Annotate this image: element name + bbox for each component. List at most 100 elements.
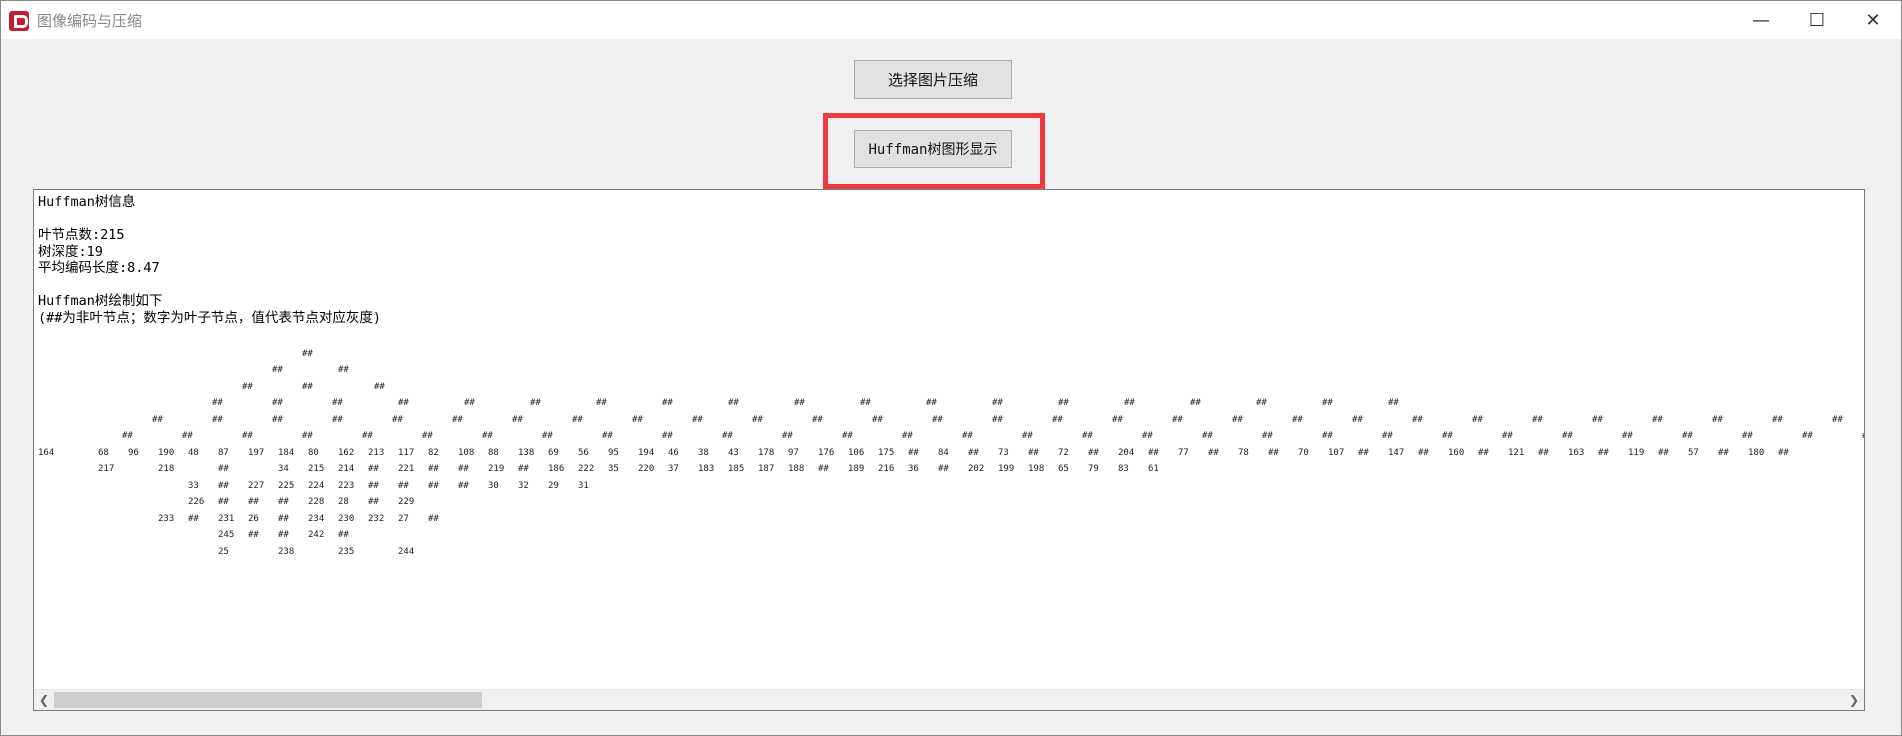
tree-internal-node: ## <box>632 414 643 425</box>
tree-leaf-node: 188 <box>788 464 805 474</box>
tree-internal-node: ## <box>596 398 607 408</box>
tree-leaf-node: 25 <box>218 546 229 557</box>
minimize-icon[interactable]: — <box>1733 1 1789 39</box>
tree-leaf-node: 82 <box>428 447 439 458</box>
tree-leaf-node: 84 <box>938 447 949 458</box>
app-logo-icon <box>9 11 29 31</box>
tree-internal-node: ## <box>278 530 289 540</box>
tree-internal-node: ## <box>1412 414 1423 425</box>
tree-internal-node: ## <box>1778 447 1789 458</box>
tree-leaf-node: 97 <box>788 447 799 458</box>
tree-leaf-node: 108 <box>458 447 475 458</box>
app-window: 图像编码与压缩 — ☐ ✕ 选择图片压缩 Huffman树图形显示 Huffma… <box>0 0 1902 736</box>
tree-internal-node: ## <box>752 414 763 425</box>
tree-leaf-node: 216 <box>878 464 895 474</box>
tree-leaf-node: 57 <box>1688 447 1699 458</box>
tree-leaf-node: 234 <box>308 513 325 524</box>
title-bar: 图像编码与压缩 — ☐ ✕ <box>1 1 1901 39</box>
tree-internal-node: ## <box>530 398 541 408</box>
tree-leaf-node: 65 <box>1058 464 1069 474</box>
tree-leaf-node: 95 <box>608 447 619 458</box>
tree-leaf-node: 213 <box>368 447 385 458</box>
tree-leaf-node: 28 <box>338 497 349 507</box>
tree-leaf-node: 164 <box>38 447 55 458</box>
scroll-left-icon[interactable]: ❮ <box>34 690 54 710</box>
tree-internal-node: ## <box>428 464 439 474</box>
select-image-compress-button[interactable]: 选择图片压缩 <box>854 60 1012 99</box>
tree-internal-node: ## <box>464 398 475 408</box>
tree-internal-node: ## <box>1598 447 1609 458</box>
tree-leaf-node: 204 <box>1118 447 1135 458</box>
tree-internal-node: ## <box>212 414 223 425</box>
tree-internal-node: ## <box>662 431 673 441</box>
tree-leaf-node: 228 <box>308 497 325 507</box>
close-icon[interactable]: ✕ <box>1845 1 1901 39</box>
tree-internal-node: ## <box>428 513 439 524</box>
tree-internal-node: ## <box>1088 447 1099 458</box>
tree-leaf-node: 242 <box>308 530 325 540</box>
tree-internal-node: ## <box>902 431 913 441</box>
tree-leaf-node: 56 <box>578 447 589 458</box>
tree-internal-node: ## <box>938 464 949 474</box>
tree-leaf-node: 187 <box>758 464 775 474</box>
tree-internal-node: ## <box>860 398 871 408</box>
tree-leaf-node: 245 <box>218 530 235 540</box>
tree-internal-node: ## <box>1352 414 1363 425</box>
tree-internal-node: ## <box>212 398 223 408</box>
tree-internal-node: ## <box>218 464 229 474</box>
tree-internal-node: ## <box>602 431 613 441</box>
tree-internal-node: ## <box>518 464 529 474</box>
tree-leaf-node: 232 <box>368 513 385 524</box>
tree-internal-node: ## <box>332 414 343 425</box>
tree-internal-node: ## <box>812 414 823 425</box>
tree-internal-node: ## <box>1124 398 1135 408</box>
tree-leaf-node: 227 <box>248 480 265 491</box>
tree-internal-node: ## <box>782 431 793 441</box>
tree-internal-node: ## <box>1742 431 1753 441</box>
tree-internal-node: ## <box>1772 414 1783 425</box>
tree-internal-node: ## <box>1562 431 1573 441</box>
maximize-icon[interactable]: ☐ <box>1789 1 1845 39</box>
tree-internal-node: ## <box>218 480 229 491</box>
tree-leaf-node: 107 <box>1328 447 1345 458</box>
tree-internal-node: ## <box>248 497 259 507</box>
tree-leaf-node: 215 <box>308 464 325 474</box>
output-text-area[interactable]: Huffman树信息 叶节点数:215 树深度:19 平均编码长度:8.47 H… <box>33 189 1865 711</box>
tree-internal-node: ## <box>1382 431 1393 441</box>
tree-internal-node: ## <box>248 530 259 540</box>
tree-leaf-node: 69 <box>548 447 559 458</box>
tree-internal-node: ## <box>932 414 943 425</box>
tree-internal-node: ## <box>374 381 385 392</box>
tree-internal-node: ## <box>428 480 439 491</box>
tree-internal-node: ## <box>122 431 133 441</box>
tree-internal-node: ## <box>1832 414 1843 425</box>
tree-leaf-node: 220 <box>638 464 655 474</box>
tree-leaf-node: 106 <box>848 447 865 458</box>
tree-leaf-node: 72 <box>1058 447 1069 458</box>
tree-leaf-node: 61 <box>1148 464 1159 474</box>
tree-leaf-node: 202 <box>968 464 985 474</box>
tree-internal-node: ## <box>1442 431 1453 441</box>
horizontal-scrollbar[interactable]: ❮ ❯ <box>34 689 1864 710</box>
tree-leaf-node: 180 <box>1748 447 1765 458</box>
tree-internal-node: ## <box>1418 447 1429 458</box>
tree-leaf-node: 199 <box>998 464 1015 474</box>
tree-internal-node: ## <box>302 381 313 392</box>
tree-leaf-node: 226 <box>188 497 205 507</box>
scroll-right-icon[interactable]: ❯ <box>1844 690 1864 710</box>
tree-internal-node: ## <box>458 480 469 491</box>
huffman-tree-display-button[interactable]: Huffman树图形显示 <box>854 130 1012 168</box>
tree-internal-node: ## <box>1538 447 1549 458</box>
tree-internal-node: ## <box>218 497 229 507</box>
tree-leaf-node: 238 <box>278 546 295 557</box>
tree-internal-node: ## <box>1718 447 1729 458</box>
tree-leaf-node: 225 <box>278 480 295 491</box>
tree-internal-node: ## <box>1358 447 1369 458</box>
tree-internal-node: ## <box>338 365 349 375</box>
tree-internal-node: ## <box>272 398 283 408</box>
tree-internal-node: ## <box>872 414 883 425</box>
tree-internal-node: ## <box>458 464 469 474</box>
tree-leaf-node: 34 <box>278 464 289 474</box>
scroll-thumb[interactable] <box>54 692 482 708</box>
tree-leaf-node: 163 <box>1568 447 1585 458</box>
